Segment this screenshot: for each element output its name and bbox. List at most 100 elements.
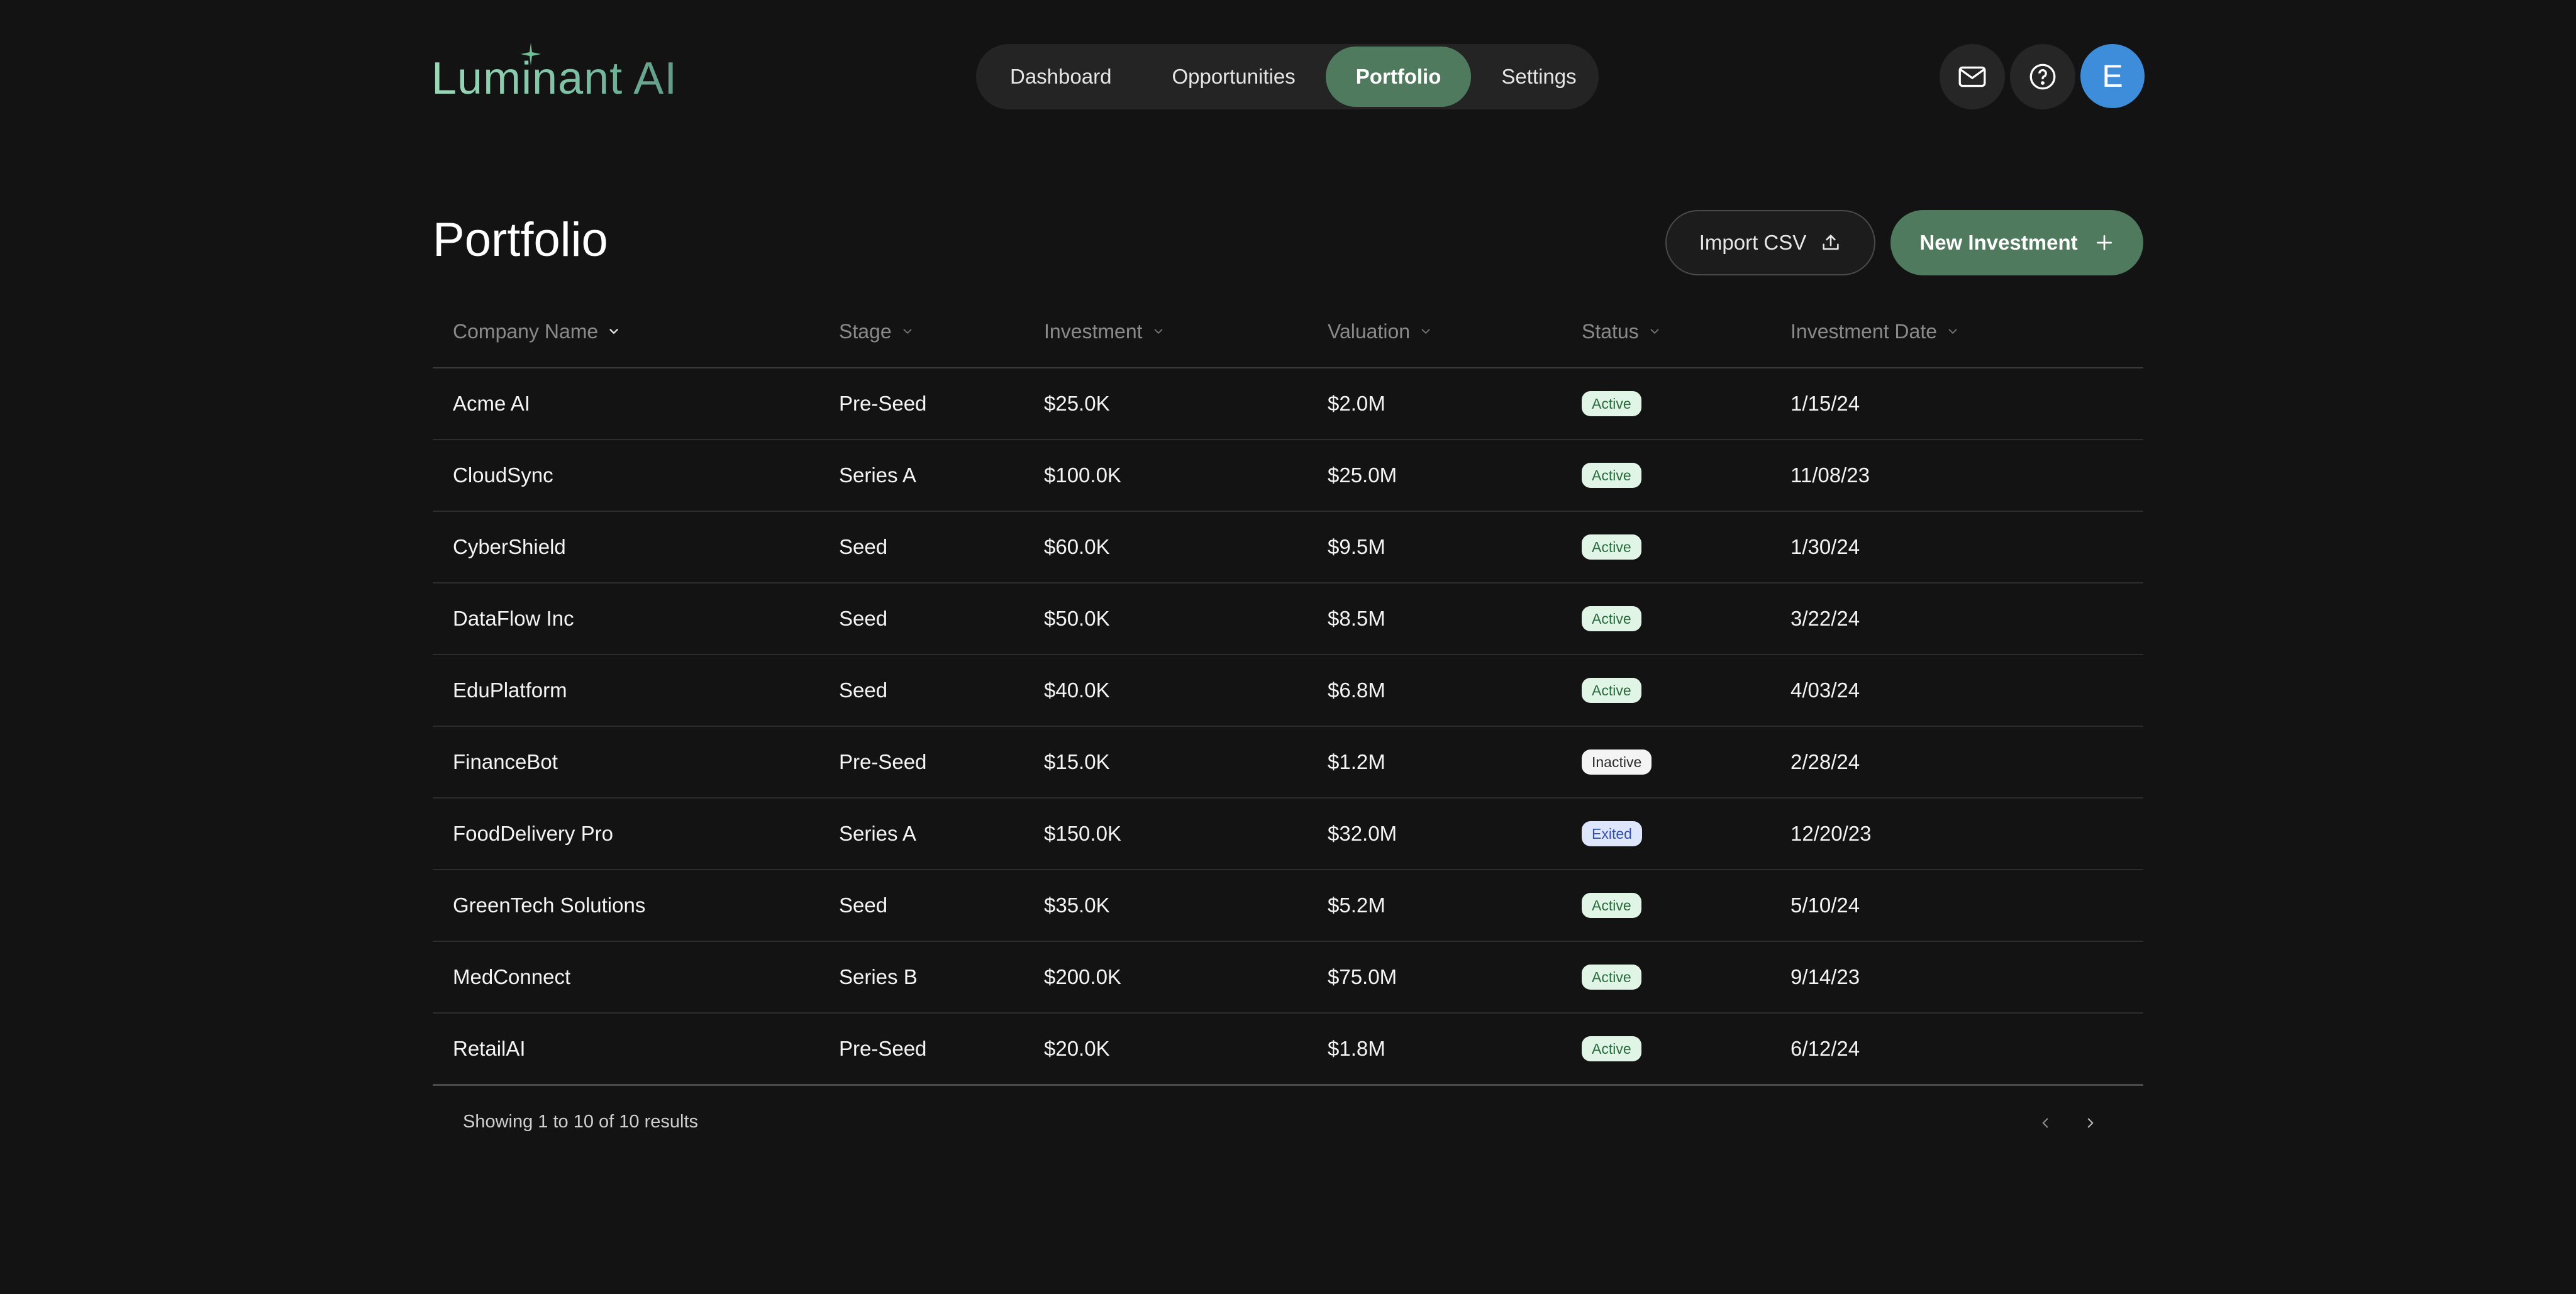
stage-cell: Pre-Seed bbox=[839, 750, 927, 773]
status-cell: Exited bbox=[1582, 799, 1642, 869]
investment-cell: $15.0K bbox=[1044, 750, 1110, 773]
stage-cell: Seed bbox=[839, 678, 888, 702]
import-csv-label: Import CSV bbox=[1699, 231, 1807, 254]
investment-cell: $100.0K bbox=[1044, 463, 1121, 487]
column-header-valuation[interactable]: Valuation bbox=[1328, 296, 1433, 367]
status-badge: Exited bbox=[1582, 821, 1642, 846]
status-cell: Active bbox=[1582, 655, 1641, 726]
new-investment-button[interactable]: New Investment bbox=[1890, 210, 2143, 275]
date-cell: 11/08/23 bbox=[1790, 463, 1870, 487]
table-row[interactable]: MedConnect Series B $200.0K $75.0M Activ… bbox=[433, 942, 2143, 1014]
table-row[interactable]: CyberShield Seed $60.0K $9.5M Active 1/3… bbox=[433, 512, 2143, 583]
column-label: Valuation bbox=[1328, 319, 1411, 343]
results-summary: Showing 1 to 10 of 10 results bbox=[463, 1112, 699, 1132]
plus-icon bbox=[2096, 235, 2112, 250]
company-cell: Acme AI bbox=[453, 392, 530, 415]
table-row[interactable]: FinanceBot Pre-Seed $15.0K $1.2M Inactiv… bbox=[433, 727, 2143, 799]
chevron-down-icon bbox=[903, 329, 912, 334]
column-header-status[interactable]: Status bbox=[1582, 296, 1662, 367]
column-header-company[interactable]: Company Name bbox=[453, 296, 621, 367]
sparkle-icon bbox=[521, 43, 541, 65]
column-label: Investment Date bbox=[1790, 319, 1937, 343]
status-cell: Inactive bbox=[1582, 727, 1652, 797]
nav-opportunities[interactable]: Opportunities bbox=[1141, 47, 1325, 107]
date-cell: 1/30/24 bbox=[1790, 535, 1860, 558]
investment-cell: $60.0K bbox=[1044, 535, 1110, 558]
table-row[interactable]: EduPlatform Seed $40.0K $6.8M Active 4/0… bbox=[433, 655, 2143, 727]
valuation-cell: $5.2M bbox=[1328, 893, 1385, 917]
status-badge: Active bbox=[1582, 893, 1641, 918]
company-cell: EduPlatform bbox=[453, 678, 567, 702]
page-title: Portfolio bbox=[433, 213, 608, 267]
investment-cell: $40.0K bbox=[1044, 678, 1110, 702]
investment-cell: $50.0K bbox=[1044, 607, 1110, 630]
stage-cell: Seed bbox=[839, 535, 888, 558]
stage-cell: Series A bbox=[839, 822, 916, 845]
table-row[interactable]: DataFlow Inc Seed $50.0K $8.5M Active 3/… bbox=[433, 583, 2143, 655]
table-header: Company Name Stage Investment Valuation … bbox=[433, 296, 2143, 368]
previous-page-button[interactable] bbox=[2031, 1109, 2059, 1137]
investment-cell: $35.0K bbox=[1044, 893, 1110, 917]
new-investment-label: New Investment bbox=[1919, 231, 2078, 254]
mail-icon bbox=[1958, 66, 1986, 87]
mail-button[interactable] bbox=[1940, 44, 2005, 109]
chevron-right-icon bbox=[2087, 1118, 2094, 1128]
table-row[interactable]: RetailAI Pre-Seed $20.0K $1.8M Active 6/… bbox=[433, 1014, 2143, 1086]
status-badge: Inactive bbox=[1582, 749, 1652, 775]
column-header-stage[interactable]: Stage bbox=[839, 296, 914, 367]
table-row[interactable]: GreenTech Solutions Seed $35.0K $5.2M Ac… bbox=[433, 870, 2143, 942]
status-cell: Active bbox=[1582, 870, 1641, 941]
status-cell: Active bbox=[1582, 368, 1641, 439]
nav-portfolio[interactable]: Portfolio bbox=[1325, 47, 1472, 107]
chevron-left-icon bbox=[2042, 1118, 2048, 1128]
status-badge: Active bbox=[1582, 463, 1641, 488]
valuation-cell: $9.5M bbox=[1328, 535, 1385, 558]
status-cell: Active bbox=[1582, 440, 1641, 511]
stage-cell: Series B bbox=[839, 965, 918, 988]
date-cell: 1/15/24 bbox=[1790, 392, 1860, 415]
nav-settings[interactable]: Settings bbox=[1471, 47, 1606, 107]
status-badge: Active bbox=[1582, 391, 1641, 416]
chevron-down-icon bbox=[1154, 329, 1162, 334]
column-label: Stage bbox=[839, 319, 892, 343]
import-csv-button[interactable]: Import CSV bbox=[1665, 210, 1875, 275]
status-cell: Active bbox=[1582, 512, 1641, 582]
company-cell: CyberShield bbox=[453, 535, 566, 558]
upload-icon bbox=[1823, 235, 1839, 250]
valuation-cell: $6.8M bbox=[1328, 678, 1385, 702]
status-cell: Active bbox=[1582, 1014, 1641, 1084]
status-badge: Active bbox=[1582, 678, 1641, 703]
stage-cell: Pre-Seed bbox=[839, 1037, 927, 1060]
table-row[interactable]: FoodDelivery Pro Series A $150.0K $32.0M… bbox=[433, 799, 2143, 870]
valuation-cell: $75.0M bbox=[1328, 965, 1397, 988]
date-cell: 3/22/24 bbox=[1790, 607, 1860, 630]
logo[interactable]: Luminant AI bbox=[431, 43, 677, 107]
valuation-cell: $1.8M bbox=[1328, 1037, 1385, 1060]
company-cell: FinanceBot bbox=[453, 750, 558, 773]
table-row[interactable]: CloudSync Series A $100.0K $25.0M Active… bbox=[433, 440, 2143, 512]
date-cell: 5/10/24 bbox=[1790, 893, 1860, 917]
valuation-cell: $32.0M bbox=[1328, 822, 1397, 845]
status-cell: Active bbox=[1582, 583, 1641, 654]
nav-dashboard[interactable]: Dashboard bbox=[980, 47, 1141, 107]
date-cell: 2/28/24 bbox=[1790, 750, 1860, 773]
date-cell: 6/12/24 bbox=[1790, 1037, 1860, 1060]
valuation-cell: $8.5M bbox=[1328, 607, 1385, 630]
company-cell: CloudSync bbox=[453, 463, 553, 487]
investment-cell: $200.0K bbox=[1044, 965, 1121, 988]
help-button[interactable] bbox=[2010, 44, 2075, 109]
column-header-investment-date[interactable]: Investment Date bbox=[1790, 296, 1960, 367]
valuation-cell: $25.0M bbox=[1328, 463, 1397, 487]
table-row[interactable]: Acme AI Pre-Seed $25.0K $2.0M Active 1/1… bbox=[433, 368, 2143, 440]
stage-cell: Seed bbox=[839, 893, 888, 917]
avatar[interactable]: E bbox=[2080, 44, 2145, 108]
column-label: Status bbox=[1582, 319, 1639, 343]
company-cell: GreenTech Solutions bbox=[453, 893, 646, 917]
date-cell: 4/03/24 bbox=[1790, 678, 1860, 702]
top-header: Luminant AI Dashboard Opportunities Port… bbox=[0, 0, 2576, 151]
investment-cell: $25.0K bbox=[1044, 392, 1110, 415]
next-page-button[interactable] bbox=[2077, 1109, 2104, 1137]
column-header-investment[interactable]: Investment bbox=[1044, 296, 1165, 367]
date-cell: 12/20/23 bbox=[1790, 822, 1872, 845]
chevron-down-icon bbox=[1650, 329, 1659, 334]
